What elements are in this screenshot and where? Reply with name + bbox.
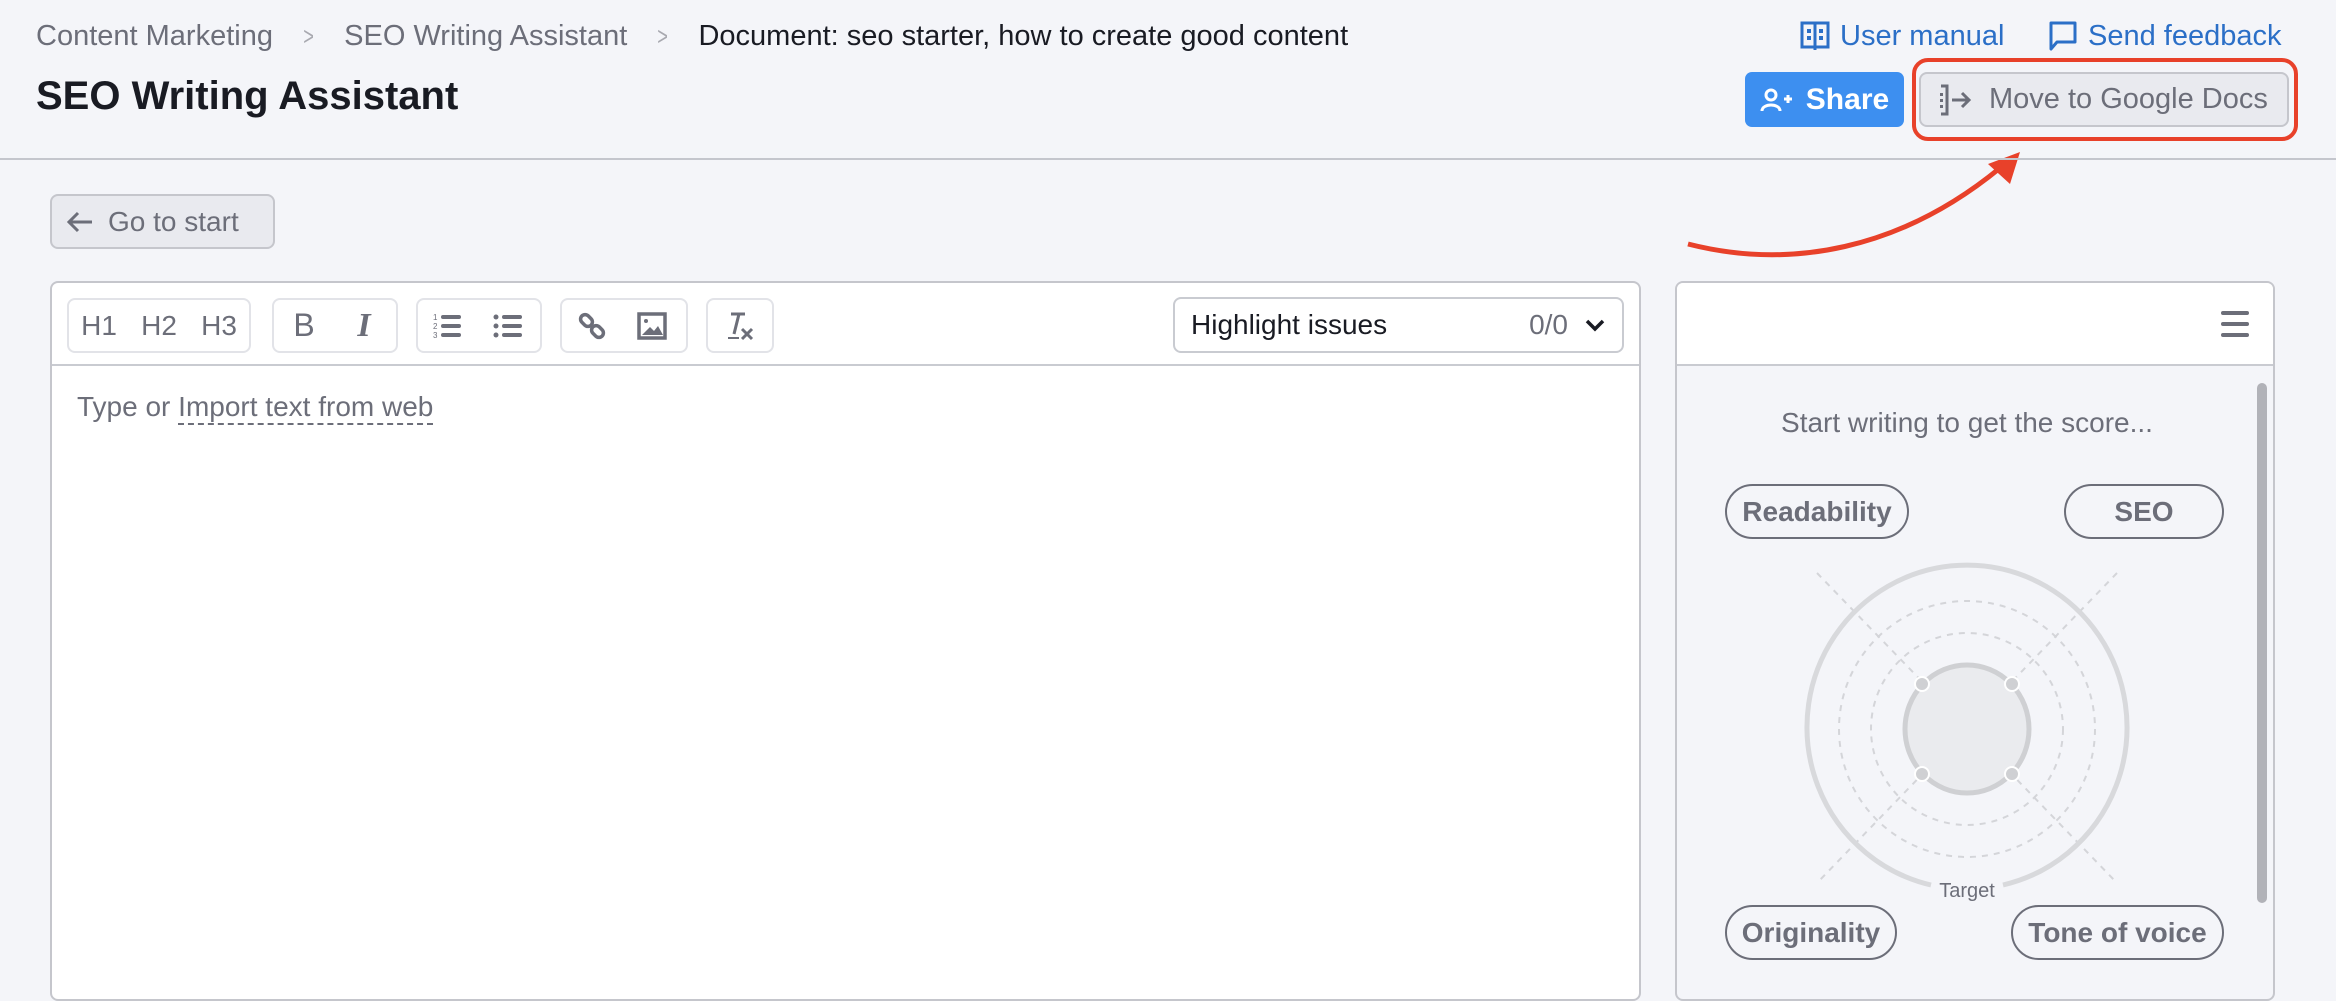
link-button[interactable] — [562, 300, 622, 351]
book-icon — [1800, 21, 1830, 50]
image-button[interactable] — [622, 300, 682, 351]
editor-text-area[interactable]: Type or Import text from web — [77, 391, 434, 425]
arrow-left-icon — [66, 211, 92, 232]
italic-button[interactable]: I — [334, 300, 394, 351]
chat-bubble-icon — [2049, 21, 2077, 51]
bullet-list-button[interactable] — [478, 300, 538, 351]
svg-text:3: 3 — [433, 331, 438, 340]
score-panel-header — [1677, 283, 2273, 366]
heading-group: H1 H2 H3 — [67, 298, 251, 353]
seo-pill[interactable]: SEO — [2064, 484, 2224, 539]
header-divider — [0, 158, 2336, 160]
editor-panel: H1 H2 H3 B I 123 Highlight issues 0/0 Ty… — [50, 281, 1641, 1001]
user-manual-label: User manual — [1840, 19, 2005, 52]
import-text-from-web-link[interactable]: Import text from web — [178, 391, 434, 425]
highlight-issues-dropdown[interactable]: Highlight issues 0/0 — [1173, 297, 1624, 353]
insert-group — [560, 298, 688, 353]
chevron-right-icon: > — [303, 20, 314, 51]
heading-3-button[interactable]: H3 — [189, 300, 249, 351]
score-hint: Start writing to get the score... — [1781, 407, 2153, 438]
tone-of-voice-pill[interactable]: Tone of voice — [2011, 905, 2224, 960]
share-button[interactable]: Share — [1745, 72, 1904, 127]
svg-text:2: 2 — [433, 322, 438, 331]
chevron-right-icon: > — [657, 20, 669, 51]
menu-icon[interactable] — [2221, 311, 2249, 337]
target-label: Target — [1939, 880, 1995, 902]
breadcrumb-content-marketing[interactable]: Content Marketing — [36, 20, 273, 53]
highlight-issues-label: Highlight issues — [1191, 309, 1388, 340]
send-feedback-link[interactable]: Send feedback — [2048, 16, 2281, 56]
go-to-start-button[interactable]: Go to start — [50, 194, 275, 249]
readability-point — [1914, 676, 1930, 692]
user-manual-link[interactable]: User manual — [1800, 16, 2004, 56]
readability-pill[interactable]: Readability — [1725, 484, 1909, 539]
format-group: B I — [272, 298, 398, 353]
score-target-diagram: Target — [1804, 562, 2130, 902]
link-icon — [578, 312, 606, 339]
ordered-list-button[interactable]: 123 — [418, 300, 478, 351]
breadcrumb: Content Marketing > SEO Writing Assistan… — [36, 16, 1348, 56]
score-panel: Start writing to get the score... Readab… — [1675, 281, 2275, 1001]
clear-format-group — [706, 298, 774, 353]
editor-toolbar: H1 H2 H3 B I 123 Highlight issues 0/0 — [52, 283, 1639, 366]
heading-1-button[interactable]: H1 — [69, 300, 129, 351]
issues-count: 0/0 — [1529, 309, 1568, 340]
seo-point — [2004, 676, 2020, 692]
originality-pill[interactable]: Originality — [1725, 905, 1897, 960]
add-user-icon — [1760, 88, 1792, 111]
breadcrumb-seo-writing-assistant[interactable]: SEO Writing Assistant — [344, 20, 627, 53]
bold-button[interactable]: B — [274, 300, 334, 351]
breadcrumb-current-document: Document: seo starter, how to create goo… — [698, 19, 1349, 52]
svg-text:1: 1 — [433, 313, 438, 322]
tone-of-voice-point — [2004, 766, 2020, 782]
heading-2-button[interactable]: H2 — [129, 300, 189, 351]
ordered-list-icon: 123 — [433, 313, 461, 340]
send-feedback-label: Send feedback — [2088, 19, 2282, 52]
bullet-list-icon — [493, 314, 522, 337]
score-panel-scrollbar[interactable] — [2257, 383, 2267, 903]
placeholder-text: Type or — [77, 391, 171, 422]
page-title: SEO Writing Assistant — [36, 74, 459, 118]
annotation-highlight-box — [1912, 58, 2298, 141]
image-icon — [637, 311, 667, 340]
list-group: 123 — [416, 298, 542, 353]
originality-point — [1914, 766, 1930, 782]
go-to-start-label: Go to start — [108, 205, 239, 237]
clear-formatting-button[interactable] — [708, 300, 772, 351]
share-label: Share — [1805, 82, 1890, 116]
chevron-down-icon — [1585, 319, 1605, 332]
clear-formatting-icon — [728, 312, 754, 340]
